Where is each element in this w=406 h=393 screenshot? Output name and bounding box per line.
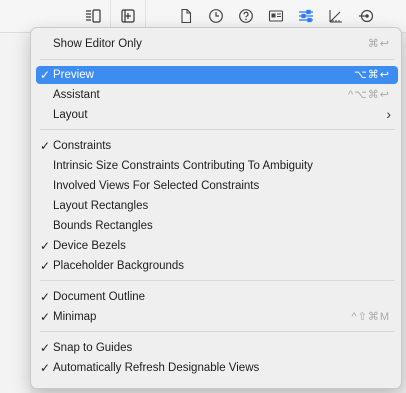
menu-item-label: Constraints [53,140,112,152]
menu-item-intrinsic-size-constraints[interactable]: Intrinsic Size Constraints Contributing … [36,157,398,175]
shortcut-label: ⌘↩ [367,38,390,50]
menu-item-show-editor-only[interactable]: Show Editor Only ⌘↩ [36,35,398,53]
editor-options-menu: Show Editor Only ⌘↩ ✓ Preview ⌥⌘↩ Assist… [30,27,402,389]
menu-separator [40,129,395,130]
history-icon[interactable] [208,8,224,24]
menu-item-preview[interactable]: ✓ Preview ⌥⌘↩ [36,66,398,84]
menu-item-label: Document Outline [53,291,146,303]
menu-item-label: Assistant [53,89,100,101]
menu-item-auto-refresh-designable-views[interactable]: ✓ Automatically Refresh Designable Views [36,359,398,377]
identity-inspector-icon[interactable] [268,8,284,24]
shortcut-label: ⌥⌘↩ [354,69,390,81]
editor-pane [0,33,30,393]
checkmark-icon: ✓ [40,310,51,324]
attributes-inspector-icon[interactable] [298,8,314,24]
add-editor-icon[interactable] [120,8,136,24]
shortcut-label: ^⌥⌘↩ [347,89,390,101]
checkmark-icon: ✓ [40,68,51,82]
menu-item-label: Preview [53,69,94,81]
menu-item-label: Layout [53,109,88,121]
chevron-right-icon: › [386,106,391,122]
checkmark-icon: ✓ [40,341,51,355]
menu-item-label: Minimap [53,311,97,323]
menu-separator [40,331,395,332]
editor-options-icon[interactable] [85,8,101,24]
file-inspector-icon[interactable] [178,8,194,24]
menu-item-label: Layout Rectangles [53,200,149,212]
menu-item-label: Involved Views For Selected Constraints [53,180,260,192]
shortcut-label: ^⇧⌘M [351,311,390,323]
menu-item-device-bezels[interactable]: ✓ Device Bezels [36,237,398,255]
menu-item-document-outline[interactable]: ✓ Document Outline [36,288,398,306]
checkmark-icon: ✓ [40,290,51,304]
menu-item-constraints[interactable]: ✓ Constraints [36,137,398,155]
menu-item-layout[interactable]: Layout › [36,106,398,124]
checkmark-icon: ✓ [40,361,51,375]
menu-item-label: Automatically Refresh Designable Views [53,362,260,374]
checkmark-icon: ✓ [40,139,51,153]
menu-item-bounds-rectangles[interactable]: Bounds Rectangles [36,217,398,235]
menu-item-placeholder-backgrounds[interactable]: ✓ Placeholder Backgrounds [36,257,398,275]
quick-help-icon[interactable] [238,8,254,24]
menu-item-label: Placeholder Backgrounds [53,260,185,272]
menu-item-label: Intrinsic Size Constraints Contributing … [53,160,313,172]
size-inspector-icon[interactable] [328,8,344,24]
menu-item-minimap[interactable]: ✓ Minimap ^⇧⌘M [36,308,398,326]
menu-item-label: Show Editor Only [53,38,142,50]
menu-item-label: Snap to Guides [53,342,133,354]
checkmark-icon: ✓ [40,259,51,273]
menu-item-involved-views[interactable]: Involved Views For Selected Constraints [36,177,398,195]
menu-separator [40,280,395,281]
menu-item-layout-rectangles[interactable]: Layout Rectangles [36,197,398,215]
checkmark-icon: ✓ [40,239,51,253]
menu-item-snap-to-guides[interactable]: ✓ Snap to Guides [36,339,398,357]
menu-separator [40,59,395,60]
menu-item-label: Device Bezels [53,240,126,252]
connections-inspector-icon[interactable] [358,8,374,24]
menu-item-assistant[interactable]: Assistant ^⌥⌘↩ [36,86,398,104]
menu-item-label: Bounds Rectangles [53,220,153,232]
